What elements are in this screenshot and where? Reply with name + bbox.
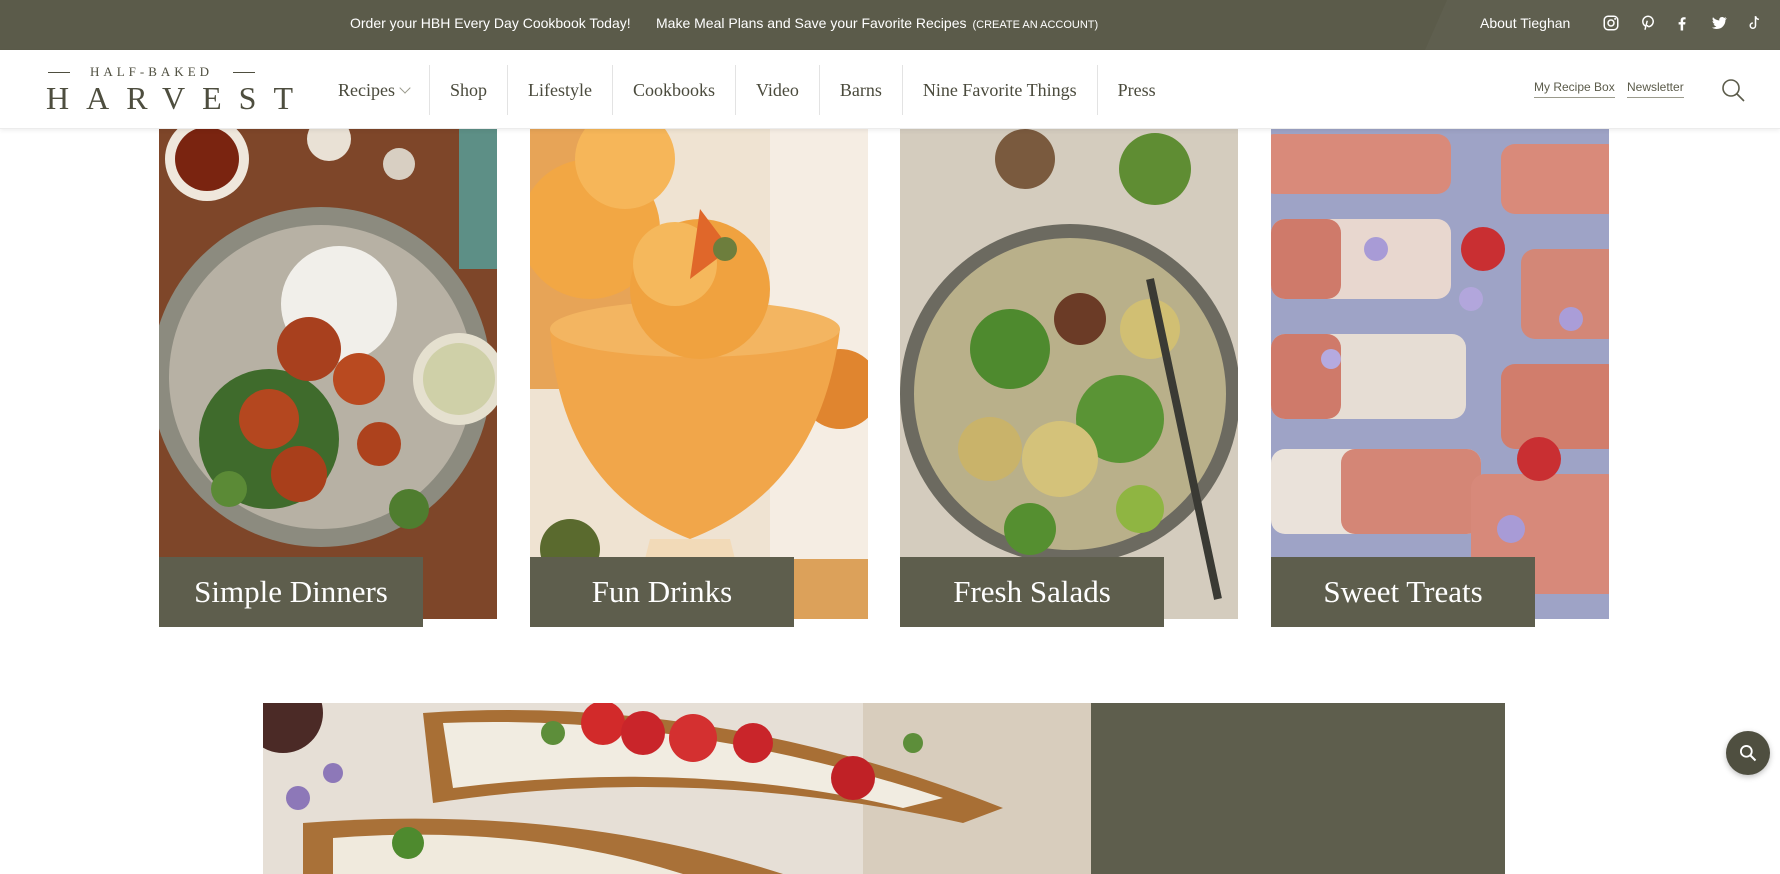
newsletter-link[interactable]: Newsletter: [1627, 80, 1684, 98]
fresh-salads-image: [900, 129, 1238, 619]
search-icon[interactable]: [1720, 77, 1746, 103]
nav-item-press[interactable]: Press: [1096, 64, 1176, 115]
promo-cookbook-link[interactable]: Order your HBH Every Day Cookbook Today!: [350, 0, 631, 50]
nav-item-video[interactable]: Video: [735, 64, 819, 115]
logo-top-line: HALF-BAKED: [34, 64, 269, 80]
my-recipe-box-link[interactable]: My Recipe Box: [1534, 80, 1615, 98]
instagram-icon[interactable]: [1600, 12, 1622, 34]
floating-search-button[interactable]: [1726, 731, 1770, 775]
site-header: HALF-BAKED HARVEST Recipes Shop Lifestyl…: [0, 50, 1780, 129]
nav-item-nine-favorite-things[interactable]: Nine Favorite Things: [901, 64, 1097, 115]
promo-meal-plans-link[interactable]: Make Meal Plans and Save your Favorite R…: [656, 0, 1098, 50]
create-account-link[interactable]: (CREATE AN ACCOUNT): [972, 19, 1098, 31]
card-image-wrap: [530, 129, 868, 619]
card-image-wrap: [159, 129, 497, 619]
nav-item-lifestyle[interactable]: Lifestyle: [507, 64, 612, 115]
nav-item-label: Recipes: [338, 79, 395, 100]
category-card-fresh-salads[interactable]: Fresh Salads: [900, 129, 1238, 629]
nav-item-shop[interactable]: Shop: [428, 64, 507, 115]
card-label: Simple Dinners: [159, 557, 423, 627]
card-label: Fresh Salads: [900, 557, 1164, 627]
sweet-treats-image: [1271, 129, 1609, 619]
tiktok-icon[interactable]: [1743, 12, 1765, 34]
simple-dinners-image: [159, 129, 497, 619]
featured-recipe-image[interactable]: [263, 703, 1091, 874]
fun-drinks-image: [530, 129, 868, 619]
card-label: Sweet Treats: [1271, 557, 1535, 627]
category-card-simple-dinners[interactable]: Simple Dinners: [159, 129, 497, 629]
featured-recipe-section: [263, 703, 1505, 874]
card-label: Fun Drinks: [530, 557, 794, 627]
nav-item-barns[interactable]: Barns: [818, 64, 902, 115]
main-nav: Recipes Shop Lifestyle Cookbooks Video B…: [320, 50, 1176, 129]
search-icon: [1740, 745, 1757, 762]
category-card-fun-drinks[interactable]: Fun Drinks: [530, 129, 868, 629]
about-tieghan-link[interactable]: About Tieghan: [1480, 0, 1570, 46]
category-cards: Simple Dinners Fun Drinks Fresh Salads S…: [159, 129, 1610, 629]
nav-item-recipes[interactable]: Recipes: [320, 65, 429, 115]
card-image-wrap: [1271, 129, 1609, 619]
promo-meal-plans-text: Make Meal Plans and Save your Favorite R…: [656, 15, 967, 31]
nav-item-cookbooks[interactable]: Cookbooks: [611, 64, 735, 115]
top-announcement-bar: Order your HBH Every Day Cookbook Today!…: [0, 0, 1780, 50]
chevron-down-icon: [399, 81, 411, 94]
category-card-sweet-treats[interactable]: Sweet Treats: [1271, 129, 1609, 629]
featured-recipe-panel: [1091, 703, 1505, 874]
twitter-icon[interactable]: [1708, 12, 1730, 34]
facebook-icon[interactable]: [1671, 12, 1693, 34]
pinterest-icon[interactable]: [1637, 12, 1659, 34]
site-logo[interactable]: HALF-BAKED HARVEST: [34, 64, 310, 116]
logo-main-line: HARVEST: [46, 80, 310, 116]
card-image-wrap: [900, 129, 1238, 619]
